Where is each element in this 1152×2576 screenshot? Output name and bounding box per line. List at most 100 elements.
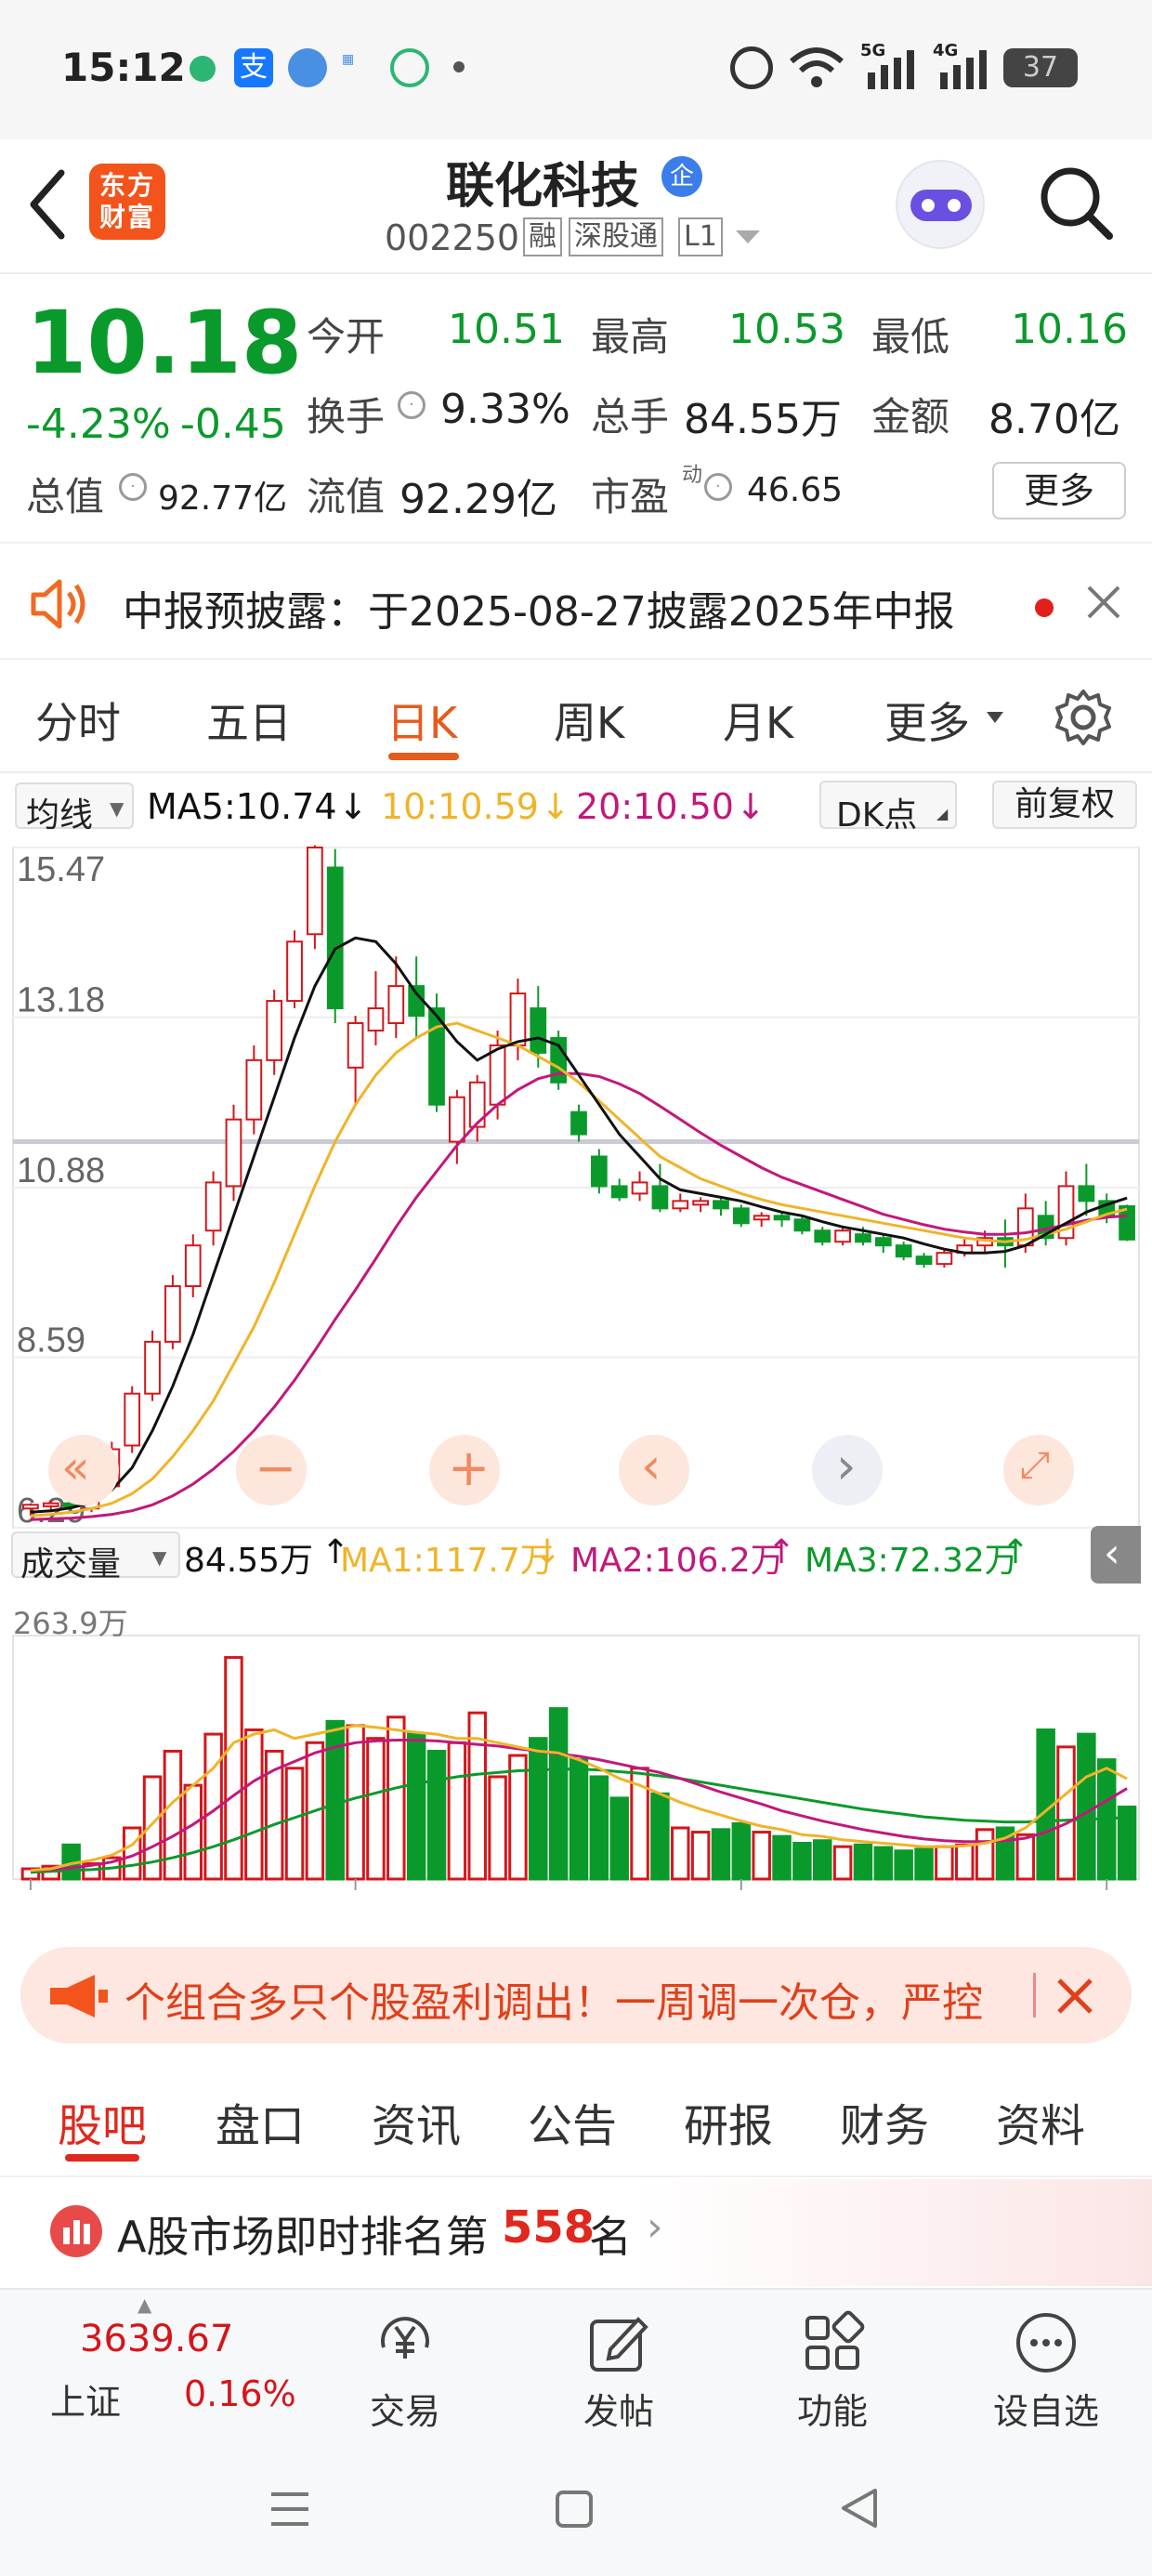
tab-news[interactable]: 资讯	[372, 2089, 461, 2154]
volume-today: 84.55万	[184, 1542, 314, 1580]
close-icon[interactable]	[1085, 584, 1122, 621]
back-arrow-icon[interactable]	[24, 167, 71, 242]
candle-down	[773, 1215, 791, 1221]
last-price: 10.18	[26, 293, 303, 394]
ma20-value: 20:10.50	[576, 786, 734, 827]
market-rank-row[interactable]: A股市场即时排名第 558 名 ›	[0, 2179, 1152, 2286]
candle-down	[895, 1244, 912, 1258]
pe-dynamic-sup: 动	[682, 464, 703, 487]
kline-chart-area: 均线 ▼ MA5:10.74 ↓ 10:10.59 ↓ 20:10.50 ↓ D…	[0, 773, 1152, 1925]
vol-ma3-value: MA3:72.32万	[805, 1542, 1018, 1580]
promo-close-icon[interactable]	[1055, 1977, 1094, 2016]
home-square-icon[interactable]	[554, 2489, 595, 2530]
candle-up	[124, 1392, 141, 1447]
app-notification-icon	[190, 56, 216, 82]
collapse-side-panel-button[interactable]: ‹	[1091, 1526, 1141, 1584]
tab-financials[interactable]: 财务	[840, 2089, 929, 2154]
volume-label: 总手	[591, 394, 670, 440]
ma10-down-arrow-icon: ↓	[541, 786, 570, 827]
post-label: 发帖	[583, 2391, 654, 2432]
dk-points-button[interactable]: DK点 ◢	[819, 781, 957, 835]
pe-info-icon[interactable]: ·	[704, 473, 732, 501]
promo-banner[interactable]: 个组合多只个股盈利调出！一周调一次仓，严控	[20, 1947, 1132, 2044]
candlestick-chart[interactable]: 15.4713.1810.888.596.2920250520202506122…	[0, 840, 1152, 1890]
scroll-far-left-button[interactable]: «	[48, 1435, 119, 1505]
volume-bar-down	[589, 1775, 609, 1881]
change-amount: -0.45	[180, 401, 286, 448]
code-dropdown-icon[interactable]	[734, 229, 762, 247]
signal-4g-icon	[940, 50, 987, 89]
vol-ma2-value: MA2:106.2万	[570, 1542, 784, 1580]
tab-more[interactable]: 更多	[884, 690, 970, 751]
post-button[interactable]: 发帖	[544, 2290, 693, 2434]
price-adjust-button[interactable]: 前复权	[992, 781, 1137, 829]
volume-bar-up	[832, 1845, 853, 1881]
indicator-dropdown-icon: ▼	[152, 1546, 167, 1569]
expand-icon: ⤢	[1020, 1444, 1050, 1487]
enterprise-badge: 企	[661, 156, 702, 197]
tab-five-day[interactable]: 五日	[206, 690, 292, 751]
tab-daily-k[interactable]: 日K	[386, 690, 457, 751]
bottom-action-bar: ▲ 3639.67 上证 0.16% 交易 发帖 功能 设自选	[0, 2288, 1152, 2437]
zoom-out-button[interactable]: −	[236, 1435, 307, 1505]
function-button[interactable]: 功能	[758, 2290, 907, 2434]
eastmoney-logo[interactable]: 东方财富	[89, 164, 165, 240]
scroll-left-button[interactable]: ‹	[619, 1435, 689, 1505]
pe-label: 市盈	[591, 474, 670, 519]
candle-up	[692, 1200, 709, 1206]
candle-up	[367, 1007, 385, 1032]
tab-intraday[interactable]: 分时	[35, 690, 121, 751]
turnover-info-icon[interactable]: ·	[398, 391, 425, 419]
volume-bar-up	[752, 1831, 771, 1881]
zoom-in-button[interactable]: +	[429, 1435, 500, 1505]
stock-header: 东方财富 联化科技 企 002250 融 深股通 L1	[0, 139, 1152, 274]
volume-bar-up	[244, 1728, 264, 1881]
volume-bar-up	[690, 1831, 711, 1881]
tab-stock-forum[interactable]: 股吧	[58, 2089, 147, 2154]
megaphone-icon	[50, 1975, 108, 2017]
tab-weekly-k[interactable]: 周K	[554, 690, 624, 751]
index-name: 上证	[50, 2382, 122, 2423]
candle-up	[834, 1229, 851, 1243]
market-cap-info-icon[interactable]: ·	[119, 473, 147, 501]
vol-ma1-down-arrow-icon: ↓	[533, 1533, 562, 1571]
settings-gear-icon[interactable]	[1054, 688, 1113, 747]
volume-bar-up	[935, 1845, 954, 1881]
more-quote-button[interactable]: 更多	[992, 462, 1126, 519]
tab-announcements[interactable]: 公告	[528, 2089, 617, 2154]
tab-research[interactable]: 研报	[684, 2089, 773, 2154]
candle-down	[713, 1200, 729, 1210]
back-triangle-icon[interactable]	[838, 2485, 881, 2531]
candle-up	[753, 1215, 770, 1221]
candle-down	[610, 1185, 628, 1199]
tab-profile[interactable]: 资料	[996, 2089, 1085, 2154]
vol-ma2-up-arrow-icon: ↑	[767, 1533, 796, 1571]
indicator-selector[interactable]: 成交量 ▼	[11, 1531, 180, 1584]
volume-bar-down	[609, 1796, 629, 1881]
plus-icon: +	[448, 1439, 491, 1497]
candle-up	[631, 1181, 648, 1195]
candle-down	[530, 1007, 547, 1054]
notice-banner[interactable]: 中报预披露：于2025-08-27披露2025年中报	[0, 548, 1152, 660]
candle-up	[489, 1044, 506, 1106]
float-cap-value: 92.29亿	[399, 476, 557, 523]
trade-button[interactable]: 交易	[331, 2290, 479, 2434]
turnover-label: 换手	[307, 394, 386, 440]
search-icon[interactable]	[1037, 164, 1117, 243]
index-widget[interactable]: ▲ 3639.67 上证 0.16%	[0, 2290, 296, 2438]
more-dropdown-icon[interactable]	[985, 710, 1005, 725]
menu-icon[interactable]	[268, 2489, 312, 2530]
assistant-robot-icon[interactable]	[896, 160, 985, 249]
status-time: 15:12	[61, 45, 186, 90]
add-watchlist-button[interactable]: 设自选	[972, 2290, 1120, 2434]
browser-icon	[288, 48, 327, 87]
volume-bar-down	[529, 1737, 548, 1881]
scroll-right-button[interactable]: ›	[812, 1435, 883, 1505]
unread-dot	[1035, 598, 1054, 617]
tab-monthly-k[interactable]: 月K	[723, 690, 793, 751]
chevron-left-icon: ‹	[641, 1437, 661, 1495]
ma-selector[interactable]: 均线 ▼	[15, 782, 134, 835]
fullscreen-button[interactable]: ⤢	[1003, 1435, 1074, 1505]
volume-bar-up	[224, 1656, 243, 1881]
tab-order-book[interactable]: 盘口	[216, 2089, 305, 2154]
